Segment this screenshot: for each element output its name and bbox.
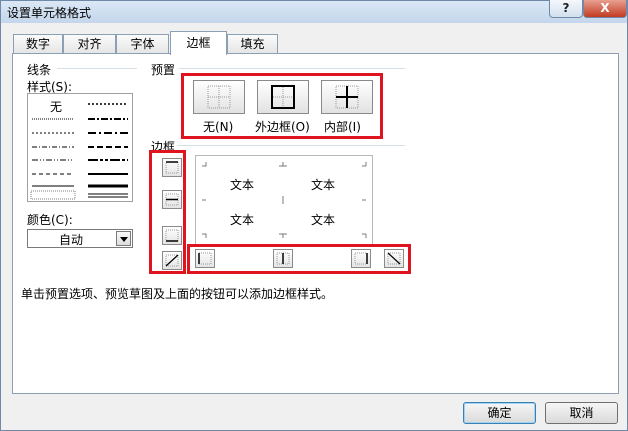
border-preview[interactable]: 文本 文本 文本 文本 <box>195 155 373 245</box>
tab-number[interactable]: 数字 <box>13 34 63 54</box>
border-inside-horizontal-icon <box>165 193 179 206</box>
preset-none-label: 无(N) <box>203 120 234 134</box>
border-group-divider <box>177 145 405 146</box>
chevron-down-icon[interactable] <box>116 231 131 246</box>
preview-cell-text: 文本 <box>311 213 336 227</box>
cancel-button[interactable]: 取消 <box>545 402 618 424</box>
preset-none-button[interactable] <box>193 80 245 114</box>
border-top-button[interactable] <box>162 158 182 177</box>
preset-outline-icon <box>271 85 295 109</box>
tab-border[interactable]: 边框 <box>170 31 227 55</box>
border-diagonal-down-icon <box>387 252 401 265</box>
format-cells-dialog: 设置单元格格式 ? X 数字 对齐 字体 边框 填充 线条 样式(S): 无 颜… <box>0 0 628 431</box>
preview-cell-text: 文本 <box>311 178 336 192</box>
border-inside-vertical-button[interactable] <box>273 249 293 268</box>
border-left-button[interactable] <box>195 249 215 268</box>
tab-fill[interactable]: 填充 <box>227 34 278 54</box>
border-inside-horizontal-button[interactable] <box>162 190 182 209</box>
border-top-icon <box>165 161 179 174</box>
ok-button[interactable]: 确定 <box>463 402 536 424</box>
line-style-samples[interactable] <box>28 94 132 201</box>
preview-cell-text: 文本 <box>230 178 255 192</box>
preview-cell-text: 文本 <box>230 213 255 227</box>
hint-text: 单击预置选项、预览草图及上面的按钮可以添加边框样式。 <box>21 287 334 301</box>
color-select[interactable]: 自动 <box>27 229 133 248</box>
color-select-value: 自动 <box>58 233 83 247</box>
border-diagonal-up-icon <box>165 254 179 267</box>
border-right-icon <box>354 252 368 265</box>
tab-alignment[interactable]: 对齐 <box>63 34 116 54</box>
preset-inside-label: 内部(I) <box>324 120 361 134</box>
dialog-title: 设置单元格格式 <box>7 6 92 20</box>
line-group-divider <box>57 68 137 69</box>
preset-outline-button[interactable] <box>257 80 309 114</box>
border-diagonal-up-button[interactable] <box>162 251 182 270</box>
help-button[interactable]: ? <box>549 0 583 18</box>
border-bottom-icon <box>165 229 179 242</box>
preset-inside-icon <box>335 85 359 109</box>
color-label: 颜色(C): <box>27 213 73 227</box>
preset-outline-label: 外边框(O) <box>255 120 310 134</box>
preset-none-icon <box>207 85 231 109</box>
border-inside-vertical-icon <box>276 252 290 265</box>
border-diagonal-down-button[interactable] <box>384 249 404 268</box>
preset-inside-button[interactable] <box>321 80 373 114</box>
presets-title: 预置 <box>151 63 176 77</box>
preview-corner-marks <box>202 162 367 238</box>
line-group-title: 线条 <box>27 63 52 77</box>
title-bar: 设置单元格格式 ? X <box>1 0 627 23</box>
line-style-list[interactable]: 无 <box>27 93 133 202</box>
bottom-buttons-highlight <box>187 244 411 274</box>
border-left-icon <box>198 252 212 265</box>
border-bottom-button[interactable] <box>162 226 182 245</box>
border-right-button[interactable] <box>351 249 371 268</box>
tab-font[interactable]: 字体 <box>116 34 169 54</box>
close-button[interactable]: X <box>583 0 627 18</box>
presets-divider <box>179 68 405 69</box>
